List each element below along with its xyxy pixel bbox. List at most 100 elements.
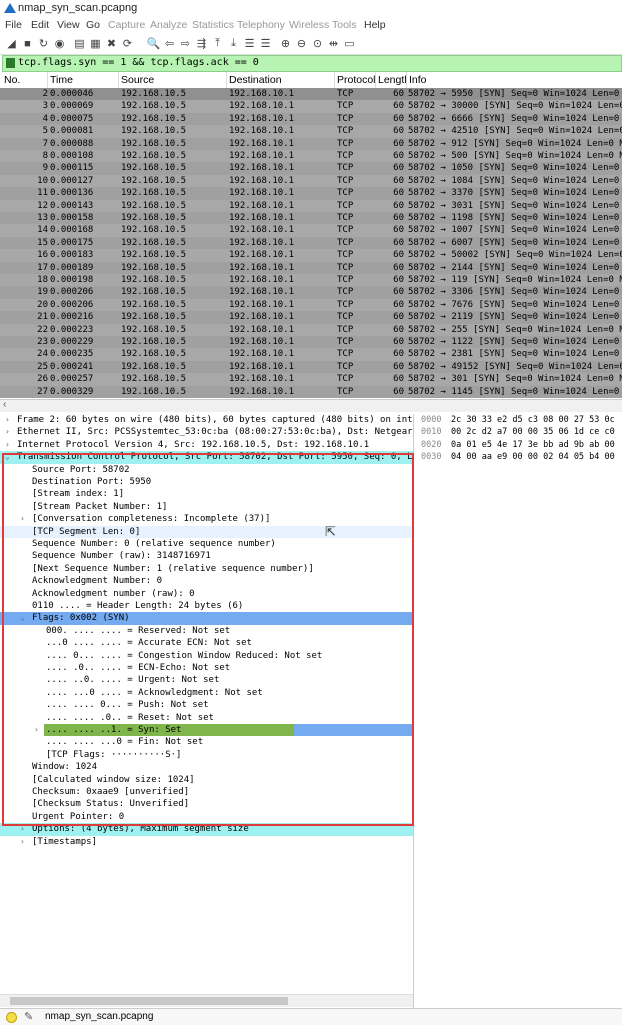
find-icon[interactable]: 🔍 — [146, 36, 161, 51]
column-header-no[interactable]: No. — [4, 74, 20, 86]
packet-list[interactable]: 2 0.000046 192.168.10.5 192.168.10.1 TCP 60 58… — [0, 88, 622, 398]
packet-row[interactable]: 10 0.000127 192.168.10.5 192.168.10.1 TCP 60 5… — [0, 174, 622, 188]
packet-row[interactable]: 20 0.000206 192.168.10.5 192.168.10.1 TCP 60 5… — [0, 298, 622, 312]
packet-row[interactable]: 13 0.000158 192.168.10.5 192.168.10.1 TCP 60 5… — [0, 212, 622, 224]
packet-row[interactable]: 8 0.000108 192.168.10.5 192.168.10.1 TCP 60 58… — [0, 150, 622, 163]
column-header-info[interactable]: Info — [409, 74, 427, 86]
bookmark-filter-icon[interactable] — [6, 58, 15, 68]
menu-help[interactable]: Help — [364, 19, 386, 31]
detail-line[interactable]: › [Timestamps] — [0, 836, 413, 848]
column-header-protocol[interactable]: Protocol — [337, 74, 376, 86]
packet-row[interactable]: 12 0.000143 192.168.10.5 192.168.10.1 TCP 60 5… — [0, 199, 622, 212]
packet-len: 60 — [393, 113, 404, 124]
scrollbar-thumb[interactable] — [10, 997, 288, 1005]
packet-row[interactable]: 25 0.000241 192.168.10.5 192.168.10.1 TCP 60 5… — [0, 361, 622, 373]
packet-row[interactable]: 4 0.000075 192.168.10.5 192.168.10.1 TCP 60 58… — [0, 113, 622, 125]
column-header-lengtl[interactable]: Lengtl — [378, 74, 407, 86]
layout-icon[interactable]: ▭ — [342, 36, 357, 51]
stop-icon[interactable]: ■ — [20, 36, 35, 51]
packet-row[interactable]: 21 0.000216 192.168.10.5 192.168.10.1 TCP 60 5… — [0, 311, 622, 323]
scroll-left-icon[interactable]: ‹ — [3, 399, 6, 410]
packet-row[interactable]: 24 0.000235 192.168.10.5 192.168.10.1 TCP 60 5… — [0, 348, 622, 361]
detail-line[interactable]: › Frame 2: 60 bytes on wire (480 bits), 6… — [0, 414, 413, 426]
packet-row[interactable]: 2 0.000046 192.168.10.5 192.168.10.1 TCP 60 58… — [0, 88, 622, 101]
column-separator[interactable] — [375, 72, 376, 88]
reload-icon[interactable]: ⟳ — [120, 36, 135, 51]
menu-go[interactable]: Go — [86, 19, 100, 31]
packet-row[interactable]: 17 0.000189 192.168.10.5 192.168.10.1 TCP 60 5… — [0, 262, 622, 274]
packet-row[interactable]: 3 0.000069 192.168.10.5 192.168.10.1 TCP 60 58… — [0, 100, 622, 113]
expert-info-icon[interactable] — [6, 1012, 17, 1023]
expand-arrow-icon[interactable]: › — [5, 414, 15, 426]
menu-view[interactable]: View — [57, 19, 80, 31]
details-horizontal-scrollbar[interactable] — [0, 994, 413, 1007]
expand-arrow-icon[interactable]: › — [20, 836, 30, 848]
column-separator[interactable] — [406, 72, 407, 88]
back-icon[interactable]: ⇦ — [162, 36, 177, 51]
packet-bytes-pane[interactable]: 0000 2c 30 33 e2 d5 c3 08 00 27 53 0c 0010… — [415, 414, 622, 1008]
menu-statistics[interactable]: Statistics — [192, 19, 234, 31]
menu-edit[interactable]: Edit — [31, 19, 49, 31]
colorize-icon[interactable]: ☰ — [258, 36, 273, 51]
packet-row[interactable]: 19 0.000206 192.168.10.5 192.168.10.1 TCP 60 5… — [0, 286, 622, 298]
packet-src: 192.168.10.5 — [121, 337, 187, 347]
column-header-time[interactable]: Time — [50, 74, 73, 86]
packet-no: 12 — [37, 200, 48, 211]
packet-row[interactable]: 27 0.000329 192.168.10.5 192.168.10.1 TCP 60 5… — [0, 386, 622, 398]
display-filter-bar[interactable]: tcp.flags.syn == 1 && tcp.flags.ack == 0 — [2, 55, 622, 72]
column-header-destination[interactable]: Destination — [229, 74, 282, 86]
packet-list-horizontal-scrollbar[interactable]: ‹ — [0, 399, 622, 412]
packet-row[interactable]: 23 0.000229 192.168.10.5 192.168.10.1 TCP 60 5… — [0, 336, 622, 348]
last-packet-icon[interactable]: ⤓ — [226, 36, 241, 51]
packet-no: 13 — [37, 213, 48, 223]
hex-line[interactable]: 0000 2c 30 33 e2 d5 c3 08 00 27 53 0c — [415, 414, 622, 426]
packet-dst: 192.168.10.1 — [229, 89, 295, 99]
menu-file[interactable]: File — [5, 19, 22, 31]
resize-columns-icon[interactable]: ⇹ — [326, 36, 341, 51]
packet-row[interactable]: 5 0.000081 192.168.10.5 192.168.10.1 TCP 60 58… — [0, 125, 622, 138]
packet-row[interactable]: 9 0.000115 192.168.10.5 192.168.10.1 TCP 60 58… — [0, 162, 622, 174]
hex-line[interactable]: 0030 04 00 aa e9 00 00 02 04 05 b4 00 — [415, 451, 622, 463]
menu-tools[interactable]: Tools — [332, 19, 357, 31]
hex-line[interactable]: 0020 0a 01 e5 4e 17 3e bb ad 9b ab 00 — [415, 439, 622, 451]
first-packet-icon[interactable]: ⤒ — [210, 36, 225, 51]
packet-row[interactable]: 15 0.000175 192.168.10.5 192.168.10.1 TCP 60 5… — [0, 237, 622, 249]
packet-row[interactable]: 22 0.000223 192.168.10.5 192.168.10.1 TCP 60 5… — [0, 323, 622, 336]
packet-row[interactable]: 16 0.000183 192.168.10.5 192.168.10.1 TCP 60 5… — [0, 249, 622, 262]
zoom-out-icon[interactable]: ⊖ — [294, 36, 309, 51]
save-file-icon[interactable]: ▦ — [88, 36, 103, 51]
restart-icon[interactable]: ↻ — [36, 36, 51, 51]
shark-fin-icon[interactable]: ◢ — [4, 36, 19, 51]
packet-row[interactable]: 18 0.000198 192.168.10.5 192.168.10.1 TCP 60 5… — [0, 274, 622, 287]
zoom-normal-icon[interactable]: ⊙ — [310, 36, 325, 51]
autoscroll-icon[interactable]: ☰ — [242, 36, 257, 51]
column-separator[interactable] — [334, 72, 335, 88]
expand-arrow-icon[interactable]: › — [5, 426, 15, 438]
forward-icon[interactable]: ⇨ — [178, 36, 193, 51]
column-separator[interactable] — [118, 72, 119, 88]
detail-line[interactable]: › Ethernet II, Src: PCSSystemtec_53:0c:ba… — [0, 426, 413, 438]
packet-row[interactable]: 26 0.000257 192.168.10.5 192.168.10.1 TCP 60 5… — [0, 373, 622, 386]
window-title: nmap_syn_scan.pcapng — [18, 2, 138, 14]
detail-line[interactable]: › Internet Protocol Version 4, Src: 192.1… — [0, 439, 413, 451]
display-filter-input[interactable]: tcp.flags.syn == 1 && tcp.flags.ack == 0 — [18, 57, 259, 68]
zoom-in-icon[interactable]: ⊕ — [278, 36, 293, 51]
column-separator[interactable] — [226, 72, 227, 88]
menu-analyze[interactable]: Analyze — [150, 19, 187, 31]
packet-row[interactable]: 14 0.000168 192.168.10.5 192.168.10.1 TCP 60 5… — [0, 224, 622, 237]
packet-row[interactable]: 11 0.000136 192.168.10.5 192.168.10.1 TCP 60 5… — [0, 187, 622, 199]
column-header-source[interactable]: Source — [121, 74, 154, 86]
edit-comment-icon[interactable]: ✎ — [24, 1010, 33, 1023]
menu-capture[interactable]: Capture — [108, 19, 145, 31]
menu-telephony[interactable]: Telephony — [237, 19, 285, 31]
goto-packet-icon[interactable]: ⇶ — [194, 36, 209, 51]
options-gear-icon[interactable]: ◉ — [52, 36, 67, 51]
packet-row[interactable]: 7 0.000088 192.168.10.5 192.168.10.1 TCP 60 58… — [0, 138, 622, 150]
close-file-icon[interactable]: ✖ — [104, 36, 119, 51]
hex-line[interactable]: 0010 00 2c d2 a7 00 00 35 06 1d ce c0 — [415, 426, 622, 438]
expand-arrow-icon[interactable]: › — [5, 439, 15, 451]
menu-wireless[interactable]: Wireless — [289, 19, 329, 31]
column-separator[interactable] — [47, 72, 48, 88]
open-file-icon[interactable]: ▤ — [72, 36, 87, 51]
annotation-highlight-box — [2, 453, 414, 826]
